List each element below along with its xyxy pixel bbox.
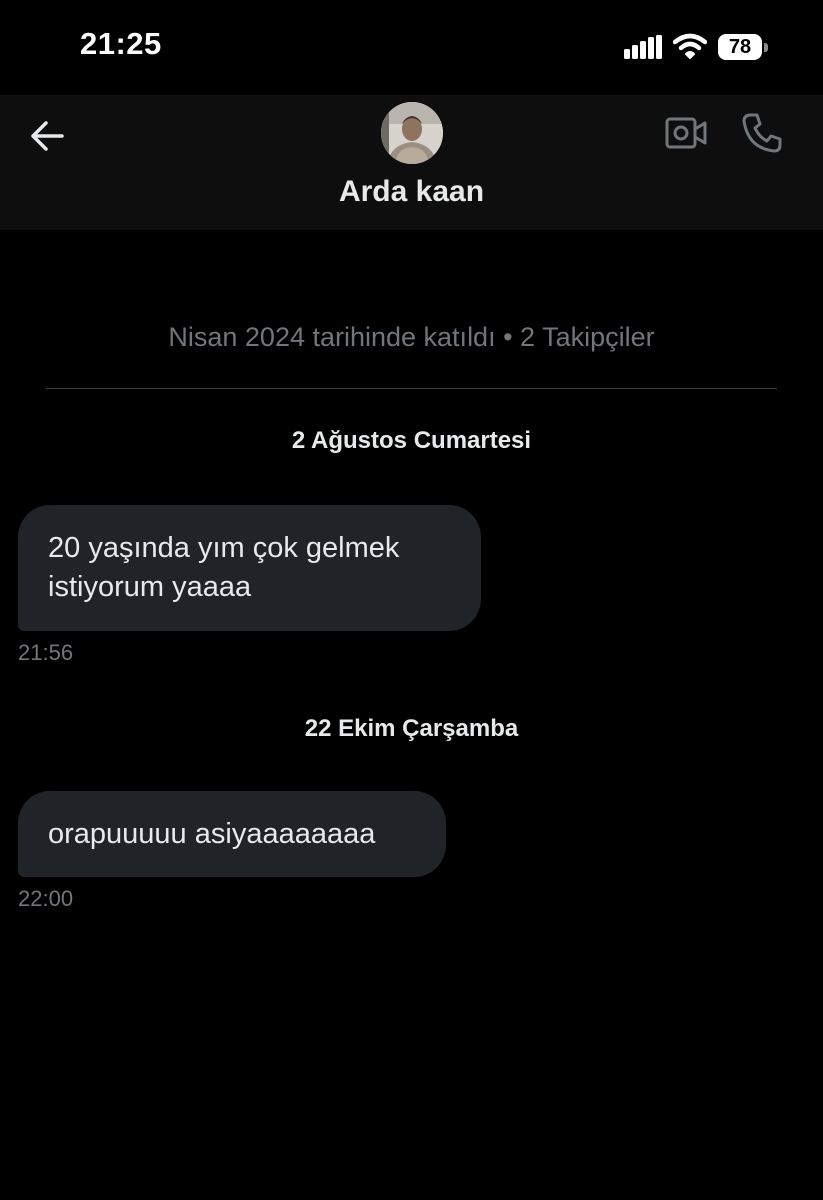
date-separator: 2 Ağustos Cumartesi (291, 427, 532, 454)
profile-join-info: Nisan 2024 tarihinde katıldı • 2 Takipçi… (168, 322, 655, 352)
battery-tip (764, 43, 768, 52)
signal-icon (624, 35, 662, 59)
battery-icon: 78 (718, 34, 770, 60)
message-text-line: 20 yaşında yım çok gelmek (48, 532, 400, 564)
avatar-photo (381, 102, 443, 164)
phone-icon[interactable] (740, 111, 784, 155)
date-separator: 22 Ekim Çarşamba (304, 715, 519, 742)
divider (46, 388, 777, 389)
message-text-line: orapuuuuu asiyaaaaaaaa (48, 818, 376, 850)
message-bubble[interactable]: 20 yaşında yım çok gelmek istiyorum yaaa… (18, 505, 481, 631)
back-arrow-icon[interactable] (26, 115, 68, 157)
wifi-icon (673, 33, 707, 59)
contact-name: Arda kaan (338, 175, 485, 208)
battery-body: 78 (718, 34, 762, 60)
message-timestamp: 22:00 (18, 886, 74, 911)
conversation-header: Arda kaan (0, 95, 823, 230)
avatar[interactable] (381, 102, 443, 164)
message-timestamp: 21:56 (18, 640, 74, 665)
message-text-line: istiyorum yaaaa (48, 571, 252, 603)
video-camera-icon[interactable] (664, 115, 708, 151)
battery-level: 78 (728, 35, 752, 58)
status-bar: 21:25 78 (0, 0, 823, 95)
message-bubble[interactable]: orapuuuuu asiyaaaaaaaa (18, 791, 446, 877)
status-time: 21:25 (80, 26, 162, 61)
